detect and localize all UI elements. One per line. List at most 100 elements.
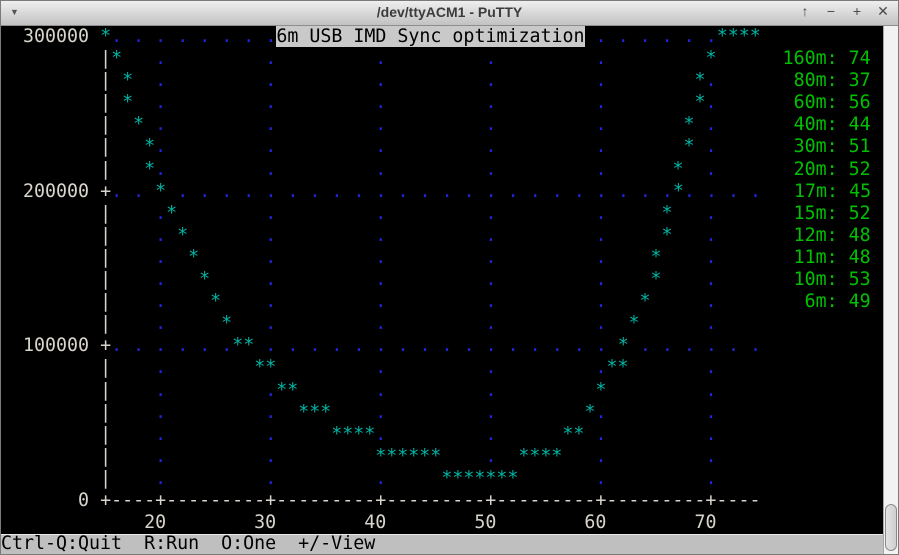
window-maximize-button-icon[interactable]: +: [850, 3, 864, 20]
terminal-row: | . . ****** . **** . .: [1, 446, 883, 468]
grid-dot: .: [595, 401, 607, 423]
grid-dot: .: [375, 158, 387, 180]
grid-dot: .: [265, 401, 277, 423]
grid-dot: .: [155, 70, 167, 92]
grid-dot: .: [485, 313, 497, 335]
title-bar[interactable]: ▼ /dev/ttyACM1 - PuTTY ↑ − + ✕: [1, 1, 898, 26]
window-title: /dev/ttyACM1 - PuTTY: [376, 4, 523, 20]
terminal-row: |* . . . . . * 160m: 74: [1, 48, 883, 70]
data-point: *: [210, 291, 222, 313]
data-point: **: [606, 357, 629, 379]
grid-dot: .: [177, 335, 189, 357]
data-point: ***: [298, 401, 332, 423]
grid-dot: .: [265, 224, 277, 246]
grid-dot: .: [485, 379, 497, 401]
grid-dot: .: [683, 26, 695, 47]
grid-dot: .: [177, 180, 189, 202]
grid-dot: .: [551, 335, 563, 357]
grid-dot: .: [397, 335, 409, 357]
grid-dot: .: [705, 401, 717, 423]
grid-dot: .: [265, 114, 277, 136]
window-close-button-icon[interactable]: ✕: [876, 3, 890, 20]
window-minimize-button-icon[interactable]: −: [824, 3, 838, 20]
terminal-screen[interactable]: 300000 *. . . . . . . . 6m USB IMD Sync o…: [1, 26, 883, 534]
data-point: ****: [331, 423, 376, 445]
grid-dot: .: [705, 379, 717, 401]
axis-glyph: |: [100, 401, 112, 423]
grid-dot: .: [155, 401, 167, 423]
legend-entry: 20m: 52: [782, 158, 871, 180]
grid-dot: .: [265, 379, 277, 401]
window-shade-button-icon[interactable]: ↑: [798, 3, 812, 20]
chart-title: 6m USB IMD Sync optimization: [276, 26, 585, 47]
data-point: *: [199, 269, 211, 291]
data-point: *: [144, 158, 156, 180]
grid-dot: .: [595, 335, 607, 357]
grid-dot: .: [265, 48, 277, 70]
grid-dot: .: [265, 246, 277, 268]
scrollbar-thumb[interactable]: [885, 504, 897, 551]
grid-dot: .: [375, 70, 387, 92]
grid-dot: .: [375, 269, 387, 291]
axis-glyph: 0: [78, 489, 90, 511]
data-point: *: [122, 92, 134, 114]
grid-dot: .: [485, 269, 497, 291]
legend-entry: 11m: 48: [782, 246, 871, 268]
grid-dot: .: [705, 291, 717, 313]
grid-dot: .: [155, 48, 167, 70]
scrollbar[interactable]: [883, 26, 898, 554]
grid-dot: .: [265, 335, 277, 357]
grid-dot: .: [155, 92, 167, 114]
grid-dot: .: [155, 379, 167, 401]
grid-dot: .: [595, 313, 607, 335]
grid-dot: .: [375, 379, 387, 401]
status-bar: Ctrl-Q:Quit R:Run O:One +/-View: [1, 534, 883, 554]
grid-dot: .: [375, 114, 387, 136]
